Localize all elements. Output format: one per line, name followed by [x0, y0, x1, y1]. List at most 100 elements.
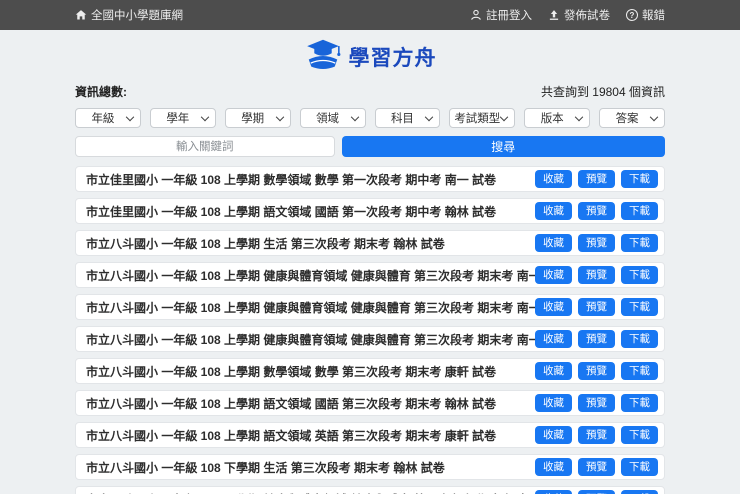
row-title: 市立八斗國小 一年級 108 上學期 健康與體育領域 健康與體育 第三次段考 期…: [86, 267, 535, 284]
favorite-button[interactable]: 收藏: [535, 298, 572, 317]
favorite-button[interactable]: 收藏: [535, 490, 572, 494]
row-actions: 收藏 預覽 下載: [535, 202, 658, 221]
download-button[interactable]: 下載: [621, 234, 658, 253]
logo-icon: [304, 38, 342, 75]
preview-button[interactable]: 預覽: [578, 298, 615, 317]
row-actions: 收藏 預覽 下載: [535, 266, 658, 285]
filter-select-grade[interactable]: 年級: [75, 108, 141, 128]
favorite-button[interactable]: 收藏: [535, 458, 572, 477]
search-button[interactable]: 搜尋: [342, 136, 665, 157]
register-login-label: 註冊登入: [486, 7, 532, 23]
result-row: 市立八斗國小 一年級 108 上學期 語文領域 英語 第三次段考 期末考 康軒 …: [75, 422, 665, 448]
row-actions: 收藏 預覽 下載: [535, 170, 658, 189]
result-row: 市立八斗國小 一年級 108 上學期 健康與體育領域 健康與體育 第三次段考 期…: [75, 326, 665, 352]
row-actions: 收藏 預覽 下載: [535, 458, 658, 477]
filter-select-school-year-label: 學年: [166, 110, 189, 126]
user-icon: [470, 9, 482, 21]
row-title: 市立八斗國小 一年級 108 上學期 語文領域 國語 第三次段考 期末考 翰林 …: [86, 395, 535, 412]
filter-select-answer[interactable]: 答案: [599, 108, 665, 128]
publish-paper-link[interactable]: 發佈試卷: [548, 7, 610, 23]
filter-select-domain-label: 領域: [316, 110, 339, 126]
filter-select-school-year[interactable]: 學年: [150, 108, 216, 128]
favorite-button[interactable]: 收藏: [535, 330, 572, 349]
results-list: 市立佳里國小 一年級 108 上學期 數學領域 數學 第一次段考 期中考 南一 …: [75, 166, 665, 494]
register-login-link[interactable]: 註冊登入: [470, 7, 532, 23]
row-title: 市立八斗國小 一年級 108 上學期 數學領域 數學 第三次段考 期末考 康軒 …: [86, 363, 535, 380]
row-title: 市立佳里國小 一年級 108 上學期 語文領域 國語 第一次段考 期中考 翰林 …: [86, 203, 535, 220]
preview-button[interactable]: 預覽: [578, 362, 615, 381]
row-actions: 收藏 預覽 下載: [535, 426, 658, 445]
result-row: 市立佳里國小 一年級 108 上學期 語文領域 國語 第一次段考 期中考 翰林 …: [75, 198, 665, 224]
upload-icon: [548, 9, 560, 21]
row-actions: 收藏 預覽 下載: [535, 490, 658, 494]
report-error-label: 報錯: [642, 7, 665, 23]
download-button[interactable]: 下載: [621, 266, 658, 285]
row-title: 市立八斗國小 一年級 108 上學期 語文領域 英語 第三次段考 期末考 康軒 …: [86, 427, 535, 444]
site-logo[interactable]: 學習方舟: [0, 30, 740, 81]
query-result-text: 共查詢到 19804 個資訊: [541, 83, 665, 100]
filter-select-version-label: 版本: [541, 110, 564, 126]
result-row: 市立八斗國小 一年級 108 上學期 健康與體育領域 健康與體育 第三次段考 期…: [75, 262, 665, 288]
keyword-search-input[interactable]: [75, 136, 335, 157]
result-row: 市立八斗國小 一年級 108 下學期 生活 第三次段考 期末考 翰林 試卷 收藏…: [75, 454, 665, 480]
download-button[interactable]: 下載: [621, 394, 658, 413]
preview-button[interactable]: 預覽: [578, 202, 615, 221]
download-button[interactable]: 下載: [621, 490, 658, 494]
preview-button[interactable]: 預覽: [578, 330, 615, 349]
row-actions: 收藏 預覽 下載: [535, 330, 658, 349]
row-actions: 收藏 預覽 下載: [535, 234, 658, 253]
publish-paper-label: 發佈試卷: [564, 7, 610, 23]
row-actions: 收藏 預覽 下載: [535, 298, 658, 317]
download-button[interactable]: 下載: [621, 362, 658, 381]
home-link-label: 全國中小學題庫網: [91, 7, 183, 23]
preview-button[interactable]: 預覽: [578, 426, 615, 445]
result-row: 市立八斗國小 一年級 108 上學期 語文領域 國語 第三次段考 期末考 翰林 …: [75, 390, 665, 416]
result-row: 市立八斗國小 一年級 108 下學期 健康與體育領域 健康與體育 第三次段考 期…: [75, 486, 665, 494]
filter-select-domain[interactable]: 領域: [300, 108, 366, 128]
preview-button[interactable]: 預覽: [578, 170, 615, 189]
summary-row: 資訊總數: 共查詢到 19804 個資訊: [75, 83, 665, 100]
preview-button[interactable]: 預覽: [578, 458, 615, 477]
total-count-label: 資訊總數:: [75, 83, 127, 100]
result-row: 市立八斗國小 一年級 108 上學期 數學領域 數學 第三次段考 期末考 康軒 …: [75, 358, 665, 384]
result-row: 市立佳里國小 一年級 108 上學期 數學領域 數學 第一次段考 期中考 南一 …: [75, 166, 665, 192]
favorite-button[interactable]: 收藏: [535, 234, 572, 253]
download-button[interactable]: 下載: [621, 426, 658, 445]
filter-select-exam-type-label: 考試類型: [454, 110, 500, 126]
favorite-button[interactable]: 收藏: [535, 394, 572, 413]
favorite-button[interactable]: 收藏: [535, 266, 572, 285]
row-actions: 收藏 預覽 下載: [535, 394, 658, 413]
preview-button[interactable]: 預覽: [578, 266, 615, 285]
filter-select-subject-label: 科目: [391, 110, 414, 126]
favorite-button[interactable]: 收藏: [535, 170, 572, 189]
row-actions: 收藏 預覽 下載: [535, 362, 658, 381]
filter-select-grade-label: 年級: [91, 110, 114, 126]
download-button[interactable]: 下載: [621, 202, 658, 221]
row-title: 市立八斗國小 一年級 108 上學期 健康與體育領域 健康與體育 第三次段考 期…: [86, 299, 535, 316]
row-title: 市立八斗國小 一年級 108 上學期 健康與體育領域 健康與體育 第三次段考 期…: [86, 331, 535, 348]
favorite-button[interactable]: 收藏: [535, 426, 572, 445]
download-button[interactable]: 下載: [621, 170, 658, 189]
filter-select-version[interactable]: 版本: [524, 108, 590, 128]
filter-select-semester[interactable]: 學期: [225, 108, 291, 128]
help-icon: [626, 9, 638, 21]
filter-select-semester-label: 學期: [241, 110, 264, 126]
filter-select-exam-type[interactable]: 考試類型: [449, 108, 515, 128]
result-row: 市立八斗國小 一年級 108 上學期 生活 第三次段考 期末考 翰林 試卷 收藏…: [75, 230, 665, 256]
download-button[interactable]: 下載: [621, 458, 658, 477]
favorite-button[interactable]: 收藏: [535, 202, 572, 221]
preview-button[interactable]: 預覽: [578, 490, 615, 494]
result-row: 市立八斗國小 一年級 108 上學期 健康與體育領域 健康與體育 第三次段考 期…: [75, 294, 665, 320]
row-title: 市立八斗國小 一年級 108 下學期 健康與體育領域 健康與體育 第三次段考 期…: [86, 491, 535, 494]
search-row: 搜尋: [75, 136, 665, 157]
top-navbar: 全國中小學題庫網 註冊登入 發佈試卷 報錯: [0, 0, 740, 30]
preview-button[interactable]: 預覽: [578, 394, 615, 413]
filter-select-answer-label: 答案: [616, 110, 639, 126]
preview-button[interactable]: 預覽: [578, 234, 615, 253]
download-button[interactable]: 下載: [621, 298, 658, 317]
report-error-link[interactable]: 報錯: [626, 7, 665, 23]
home-link[interactable]: 全國中小學題庫網: [75, 7, 183, 23]
download-button[interactable]: 下載: [621, 330, 658, 349]
favorite-button[interactable]: 收藏: [535, 362, 572, 381]
filter-select-subject[interactable]: 科目: [375, 108, 441, 128]
